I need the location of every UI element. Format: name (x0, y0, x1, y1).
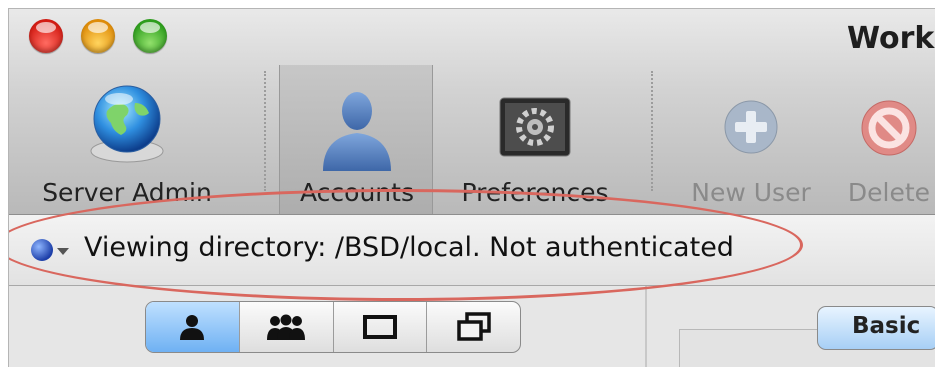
toolbar-separator (651, 71, 653, 191)
delete-label: Delete (847, 178, 931, 207)
directory-status-text: Viewing directory: /BSD/local. Not authe… (84, 232, 734, 263)
zoom-window-button[interactable] (133, 19, 167, 53)
preferences-gear-icon (499, 97, 571, 157)
new-user-label: New User (691, 178, 811, 207)
window-title: Work (847, 21, 935, 56)
directory-bar: Viewing directory: /BSD/local. Not authe… (9, 215, 935, 286)
account-type-segmented-control[interactable] (145, 301, 521, 353)
toolbar: Work Server Admin Accounts Preferences N… (9, 9, 935, 215)
accounts-label: Accounts (300, 178, 414, 207)
tab-basic-label: Basic (852, 313, 921, 339)
tab-basic[interactable]: Basic (817, 306, 935, 350)
plus-icon (724, 100, 778, 154)
user-silhouette-icon (323, 92, 391, 171)
accounts-button[interactable]: Accounts (285, 69, 429, 209)
new-user-button[interactable]: New User (671, 69, 831, 209)
toolbar-separator (264, 71, 266, 191)
segment-computer-groups[interactable] (426, 302, 520, 352)
server-admin-button[interactable]: Server Admin (29, 69, 225, 209)
split-view-divider[interactable] (645, 286, 647, 367)
group-icon (267, 314, 306, 340)
segment-users[interactable] (146, 302, 239, 352)
user-icon (180, 315, 205, 340)
delete-button[interactable]: Delete (839, 69, 935, 209)
segment-groups[interactable] (238, 302, 333, 352)
minimize-window-button[interactable] (81, 19, 115, 53)
preferences-label: Preferences (461, 178, 609, 207)
app-window: Work Server Admin Accounts Preferences N… (8, 8, 935, 367)
delete-icon (861, 100, 917, 156)
preferences-button[interactable]: Preferences (447, 69, 623, 209)
close-window-button[interactable] (29, 19, 63, 53)
directory-globe-icon[interactable] (31, 239, 53, 261)
segment-computers[interactable] (332, 302, 427, 352)
computer-icon (362, 315, 397, 339)
server-admin-label: Server Admin (42, 178, 212, 207)
computer-group-icon (456, 312, 491, 341)
globe-icon (90, 85, 164, 163)
chevron-down-icon[interactable] (57, 248, 69, 255)
